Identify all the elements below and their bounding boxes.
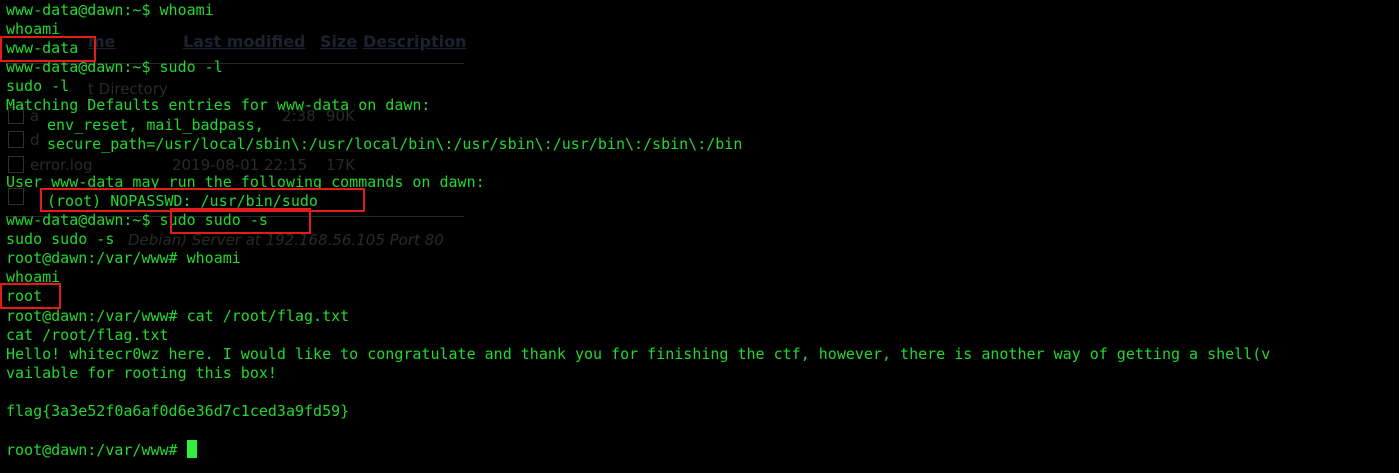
terminal-line: cat /root/flag.txt <box>6 325 169 344</box>
terminal-line: vailable for rooting this box! <box>6 363 277 382</box>
terminal-line: Matching Defaults entries for www-data o… <box>6 96 431 115</box>
terminal-line-indented: env_reset, mail_badpass, <box>6 116 1270 135</box>
highlight-box-www-data <box>0 36 96 62</box>
terminal-line: whoami <box>6 20 61 39</box>
terminal-line-text: env_reset, mail_badpass, <box>47 115 264 134</box>
highlight-box-root <box>0 283 61 309</box>
terminal-prompt: root@dawn:/var/www# <box>6 441 187 460</box>
terminal-line: root <box>6 287 43 306</box>
terminal-line: Hello! whitecr0wz here. I would like to … <box>6 344 1271 363</box>
terminal-line: flag{3a3e52f0a6af0d6e36d7c1ced3a9fd59} <box>6 401 350 420</box>
terminal-line: www-data@dawn:~$ whoami <box>6 1 214 19</box>
terminal-line: root@dawn:/var/www# whoami <box>6 249 241 268</box>
terminal-line-text: secure_path=/usr/local/sbin\:/usr/local/… <box>47 134 743 153</box>
highlight-box-sudo-command <box>170 208 311 234</box>
terminal-line: whoami <box>6 268 61 287</box>
terminal-window[interactable]: me Last modified Size Description t Dire… <box>0 0 1399 473</box>
terminal-prompt-line[interactable]: root@dawn:/var/www# <box>6 440 1270 459</box>
terminal-line: www-data@dawn:~$ sudo -l <box>6 58 223 77</box>
terminal-line-indented: secure_path=/usr/local/sbin\:/usr/local/… <box>6 135 1270 154</box>
terminal-cursor[interactable] <box>186 440 197 459</box>
terminal-line: www-data <box>6 39 79 58</box>
terminal-line: root@dawn:/var/www# cat /root/flag.txt <box>6 306 350 325</box>
terminal-line: sudo -l <box>6 77 70 96</box>
